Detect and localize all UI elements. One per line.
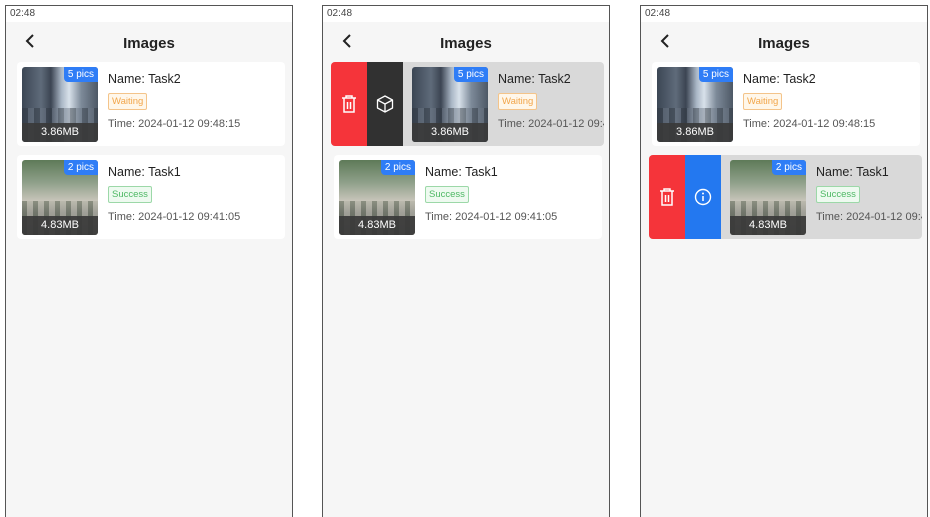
status-bar-time: 02:48 (323, 6, 609, 22)
task-card-swiped[interactable]: 5 pics 3.86MB Name: Task2 Waiting Time: … (331, 62, 604, 146)
pics-count-badge: 5 pics (698, 67, 733, 82)
task-card[interactable]: 2 pics 4.83MB Name: Task1 Success Time: … (17, 155, 285, 239)
task-card[interactable]: 5 pics 3.86MB Name: Task2 Waiting Time: … (17, 62, 285, 146)
swipe-actions (331, 62, 403, 146)
info-circle-icon (694, 188, 712, 206)
task-info: Name: Task2 Waiting Time: 2024-01-12 09:… (498, 72, 604, 130)
status-badge: Success (108, 186, 152, 203)
export-button[interactable] (367, 62, 403, 146)
file-size-label: 3.86MB (22, 123, 98, 142)
task-time: Time: 2024-01-12 09:48:15 (743, 118, 876, 130)
status-bar-time: 02:48 (641, 6, 927, 22)
task-time: Time: 2024-01-12 09:41:05 (816, 211, 922, 223)
info-button[interactable] (685, 155, 721, 239)
delete-button[interactable] (331, 62, 367, 146)
phone-screen-3: 02:48 Images 5 pics 3.86MB Name: Task2 W… (640, 5, 928, 517)
task-card[interactable]: 2 pics 4.83MB Name: Task1 Success Time: … (334, 155, 602, 239)
nav-bar: Images (6, 22, 292, 62)
task-card-content[interactable]: 5 pics 3.86MB Name: Task2 Waiting Time: … (652, 62, 920, 146)
file-size-label: 4.83MB (22, 216, 98, 235)
task-info: Name: Task1 Success Time: 2024-01-12 09:… (108, 165, 240, 223)
task-card-content[interactable]: 5 pics 3.86MB Name: Task2 Waiting Time: … (407, 62, 604, 146)
status-badge: Waiting (743, 93, 783, 110)
page-title: Images (758, 35, 810, 52)
status-bar-time: 02:48 (6, 6, 292, 22)
status-badge: Waiting (108, 93, 148, 110)
status-badge: Success (816, 186, 860, 203)
task-info: Name: Task1 Success Time: 2024-01-12 09:… (425, 165, 557, 223)
nav-bar: Images (641, 22, 927, 62)
task-card-content[interactable]: 2 pics 4.83MB Name: Task1 Success Time: … (334, 155, 602, 239)
pics-count-badge: 2 pics (63, 160, 98, 175)
trash-icon (660, 188, 674, 206)
task-thumbnail: 2 pics 4.83MB (730, 160, 806, 235)
page-title: Images (123, 35, 175, 52)
task-info: Name: Task2 Waiting Time: 2024-01-12 09:… (743, 72, 875, 130)
task-info: Name: Task2 Waiting Time: 2024-01-12 09:… (108, 72, 240, 130)
file-size-label: 4.83MB (730, 216, 806, 235)
delete-button[interactable] (649, 155, 685, 239)
task-thumbnail: 5 pics 3.86MB (657, 67, 733, 142)
task-thumbnail: 5 pics 3.86MB (412, 67, 488, 142)
task-card-content[interactable]: 2 pics 4.83MB Name: Task1 Success Time: … (725, 155, 922, 239)
task-thumbnail: 2 pics 4.83MB (339, 160, 415, 235)
cube-icon (376, 95, 394, 113)
task-name: Name: Task1 (108, 165, 181, 179)
task-name: Name: Task2 (498, 72, 571, 86)
pics-count-badge: 5 pics (63, 67, 98, 82)
status-badge: Waiting (498, 93, 538, 110)
task-time: Time: 2024-01-12 09:48:15 (498, 118, 604, 130)
task-card-content[interactable]: 5 pics 3.86MB Name: Task2 Waiting Time: … (17, 62, 285, 146)
status-badge: Success (425, 186, 469, 203)
task-name: Name: Task2 (743, 72, 816, 86)
phone-screen-1: 02:48 Images 5 pics 3.86MB Name: Task2 W… (5, 5, 293, 517)
file-size-label: 3.86MB (657, 123, 733, 142)
page-title: Images (440, 35, 492, 52)
task-name: Name: Task2 (108, 72, 181, 86)
pics-count-badge: 5 pics (453, 67, 488, 82)
task-time: Time: 2024-01-12 09:48:15 (108, 118, 241, 130)
task-card-swiped[interactable]: 2 pics 4.83MB Name: Task1 Success Time: … (649, 155, 922, 239)
swipe-actions (649, 155, 721, 239)
task-thumbnail: 5 pics 3.86MB (22, 67, 98, 142)
nav-bar: Images (323, 22, 609, 62)
pics-count-badge: 2 pics (771, 160, 806, 175)
task-name: Name: Task1 (425, 165, 498, 179)
task-thumbnail: 2 pics 4.83MB (22, 160, 98, 235)
pics-count-badge: 2 pics (380, 160, 415, 175)
trash-icon (342, 95, 356, 113)
task-name: Name: Task1 (816, 165, 889, 179)
task-time: Time: 2024-01-12 09:41:05 (425, 211, 558, 223)
task-card[interactable]: 5 pics 3.86MB Name: Task2 Waiting Time: … (652, 62, 920, 146)
task-time: Time: 2024-01-12 09:41:05 (108, 211, 241, 223)
task-card-content[interactable]: 2 pics 4.83MB Name: Task1 Success Time: … (17, 155, 285, 239)
phone-screen-2: 02:48 Images 5 pics 3.86MB Name: Task2 W… (322, 5, 610, 517)
file-size-label: 3.86MB (412, 123, 488, 142)
task-info: Name: Task1 Success Time: 2024-01-12 09:… (816, 165, 922, 223)
file-size-label: 4.83MB (339, 216, 415, 235)
